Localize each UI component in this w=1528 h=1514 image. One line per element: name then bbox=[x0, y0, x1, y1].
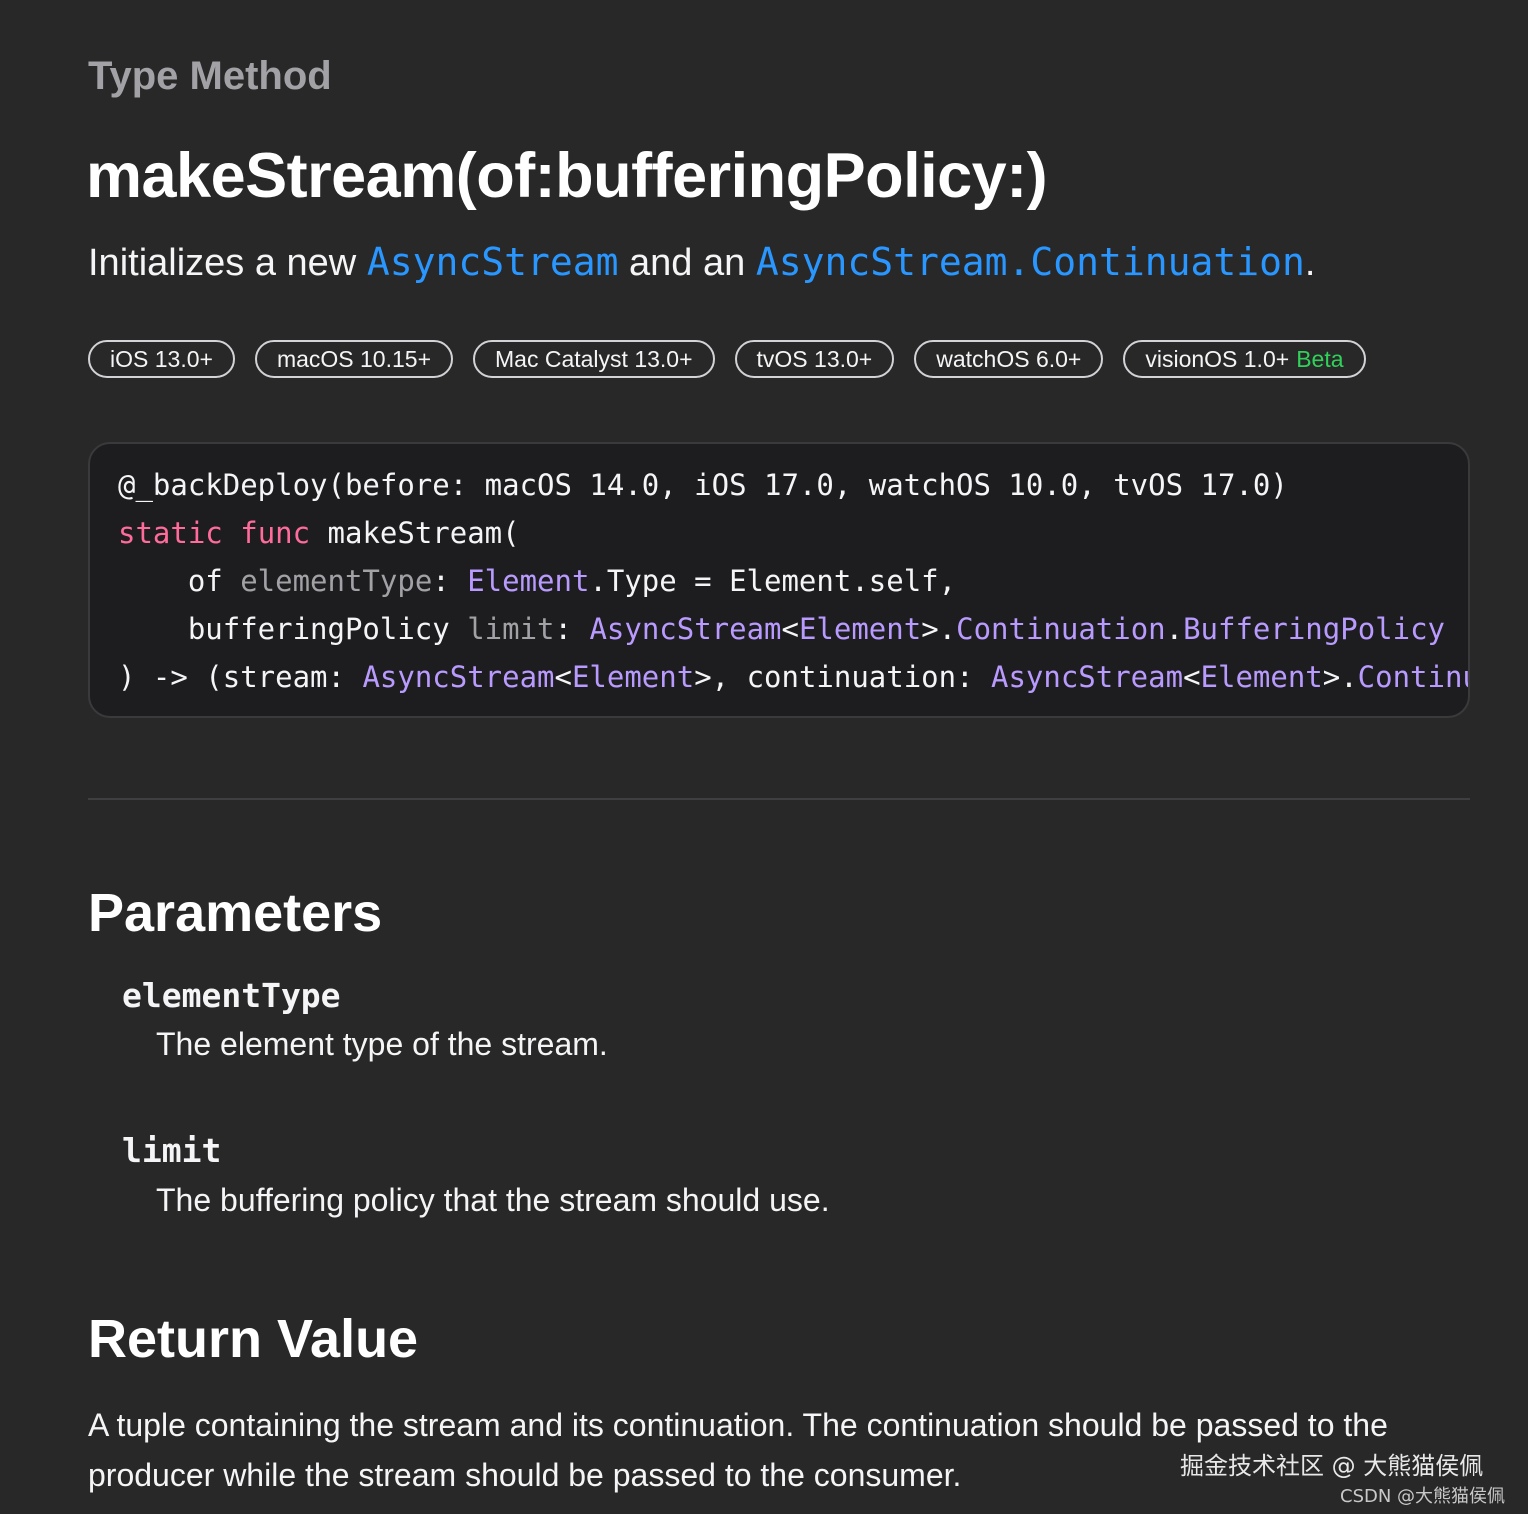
abstract-suffix: . bbox=[1304, 242, 1316, 284]
function-name: makeStream( bbox=[310, 516, 520, 550]
abstract-prefix: Initializes a new bbox=[88, 242, 367, 284]
type-link[interactable]: Element bbox=[572, 660, 694, 694]
attribute-text: @_backDeploy(before: macOS 14.0, iOS 17.… bbox=[118, 468, 1288, 502]
platform-badge-ios: iOS 13.0+ bbox=[88, 340, 235, 378]
badge-label: watchOS 6.0+ bbox=[936, 345, 1082, 372]
code-punct: . bbox=[1165, 612, 1184, 646]
code-line-4: bufferingPolicy limit: AsyncStream<Eleme… bbox=[118, 612, 1445, 646]
code-text: .Type = Element.self, bbox=[589, 564, 957, 598]
platform-badge-mac-catalyst: Mac Catalyst 13.0+ bbox=[473, 340, 715, 378]
badge-label: visionOS 1.0+ bbox=[1145, 345, 1290, 372]
code-punct: : bbox=[432, 564, 468, 598]
code-line-1: @_backDeploy(before: macOS 14.0, iOS 17.… bbox=[118, 468, 1288, 502]
platform-badge-macos: macOS 10.15+ bbox=[254, 340, 453, 378]
type-link[interactable]: Element bbox=[467, 564, 589, 598]
abstract: Initializes a new AsyncStream and an Asy… bbox=[88, 240, 1315, 285]
abstract-middle: and an bbox=[618, 242, 756, 284]
continuation-link[interactable]: AsyncStream.Continuation bbox=[756, 240, 1305, 284]
code-punct: >. bbox=[1322, 660, 1358, 694]
platform-badge-tvos: tvOS 13.0+ bbox=[734, 340, 895, 378]
declaration-code-block[interactable]: @_backDeploy(before: macOS 14.0, iOS 17.… bbox=[88, 442, 1470, 718]
type-link[interactable]: Continuation bbox=[1358, 660, 1468, 694]
param-name-limit: limit bbox=[122, 1131, 222, 1170]
code-text: ) -> (stream: bbox=[118, 660, 363, 694]
param-desc-limit: The buffering policy that the stream sho… bbox=[156, 1182, 830, 1218]
badge-label: tvOS 13.0+ bbox=[756, 345, 873, 372]
code-punct: < bbox=[1183, 660, 1201, 694]
platform-badges: iOS 13.0+ macOS 10.15+ Mac Catalyst 13.0… bbox=[88, 340, 1366, 378]
watermark-sub: CSDN @大熊猫侯佩 bbox=[1340, 1486, 1506, 1507]
code-punct: : bbox=[554, 612, 590, 646]
argument-label: of bbox=[118, 564, 241, 598]
return-value-heading: Return Value bbox=[88, 1309, 419, 1369]
code-text: >, continuation: bbox=[694, 660, 991, 694]
type-link[interactable]: Element bbox=[799, 612, 921, 646]
badge-label: Mac Catalyst 13.0+ bbox=[495, 345, 693, 372]
parameters-heading: Parameters bbox=[88, 883, 383, 943]
parameter-name: limit bbox=[467, 612, 555, 646]
code-punct: >. bbox=[921, 612, 957, 646]
type-link[interactable]: Continuation bbox=[956, 612, 1166, 646]
code-punct: < bbox=[781, 612, 799, 646]
parameter-name: elementType bbox=[240, 564, 433, 598]
param-name-elementtype: elementType bbox=[122, 976, 341, 1015]
badge-label: iOS 13.0+ bbox=[110, 345, 213, 372]
param-desc-elementtype: The element type of the stream. bbox=[156, 1026, 608, 1062]
type-link[interactable]: AsyncStream bbox=[589, 612, 781, 646]
code-line-3: of elementType: Element.Type = Element.s… bbox=[118, 564, 956, 598]
page-title: makeStream(of:bufferingPolicy:) bbox=[86, 141, 1048, 211]
type-link[interactable]: AsyncStream bbox=[362, 660, 554, 694]
type-link[interactable]: BufferingPolicy bbox=[1183, 612, 1445, 646]
eyebrow-label: Type Method bbox=[88, 54, 332, 98]
type-link[interactable]: Element bbox=[1201, 660, 1323, 694]
code-punct: < bbox=[554, 660, 572, 694]
platform-badge-watchos: watchOS 6.0+ bbox=[914, 340, 1104, 378]
badge-label: macOS 10.15+ bbox=[276, 345, 431, 372]
keyword-static: static bbox=[118, 516, 223, 550]
section-divider bbox=[88, 798, 1470, 800]
code-line-2: static func makeStream( bbox=[118, 516, 520, 550]
type-link[interactable]: AsyncStream bbox=[991, 660, 1183, 694]
argument-label: bufferingPolicy bbox=[118, 612, 468, 646]
watermark-main: 掘金技术社区 @ 大熊猫侯佩 bbox=[1180, 1452, 1484, 1480]
asyncstream-link[interactable]: AsyncStream bbox=[367, 240, 619, 284]
keyword-func: func bbox=[240, 516, 311, 550]
platform-badge-visionos: visionOS 1.0+ Beta bbox=[1123, 340, 1366, 378]
beta-tag: Beta bbox=[1296, 345, 1344, 372]
code-line-5: ) -> (stream: AsyncStream<Element>, cont… bbox=[118, 660, 1468, 694]
